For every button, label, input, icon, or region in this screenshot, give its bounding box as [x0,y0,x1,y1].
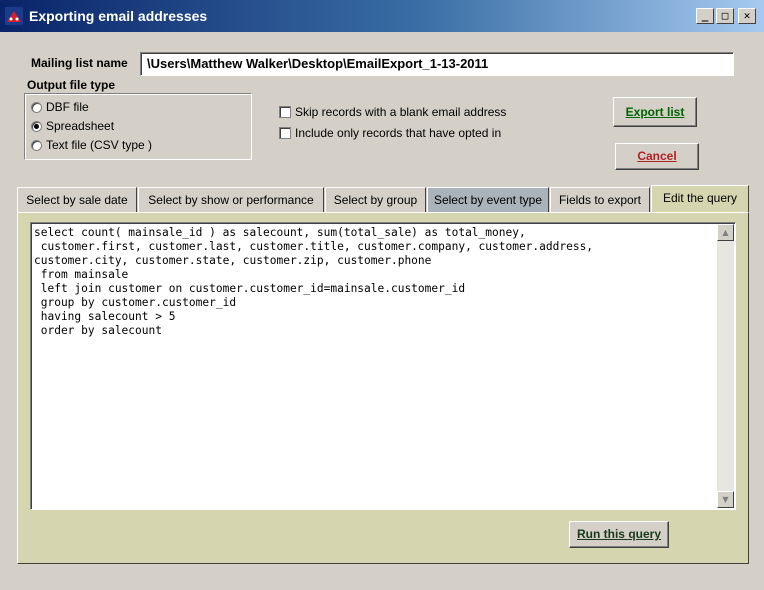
tab-select-by-event-type[interactable]: Select by event type [427,187,549,213]
run-query-button[interactable]: Run this query [569,521,669,548]
radio-dbf-file[interactable]: DBF file [31,99,89,115]
scroll-up-icon[interactable]: ▲ [717,224,734,241]
radio-spreadsheet[interactable]: Spreadsheet [31,118,114,134]
mailing-list-input[interactable]: \Users\Matthew Walker\Desktop\EmailExpor… [140,52,734,76]
scroll-down-icon[interactable]: ▼ [717,491,734,508]
mailing-list-label: Mailing list name [31,56,128,70]
tab-select-by-group[interactable]: Select by group [325,187,426,213]
output-file-type-label: Output file type [27,78,115,92]
opted-in-box [279,127,291,139]
close-button[interactable]: ✕ [738,8,756,24]
tab-edit-the-query[interactable]: Edit the query [651,185,749,214]
radio-text-label: Text file (CSV type ) [46,138,153,152]
output-file-type-group: DBF file Spreadsheet Text file (CSV type… [24,93,252,160]
radio-dbf-label: DBF file [46,100,89,114]
export-list-button[interactable]: Export list [613,97,697,127]
radio-text-indicator [31,139,42,151]
title-bar: Exporting email addresses _ □ ✕ [0,0,764,32]
radio-spreadsheet-indicator [31,120,42,132]
tab-select-by-sale-date[interactable]: Select by sale date [17,187,137,213]
query-textarea[interactable]: select count( mainsale_id ) as salecount… [30,222,736,510]
maximize-button[interactable]: □ [716,8,734,24]
query-text[interactable]: select count( mainsale_id ) as salecount… [34,226,714,338]
window-title: Exporting email addresses [29,8,208,24]
skip-blank-label: Skip records with a blank email address [295,105,507,119]
minimize-button[interactable]: _ [696,8,714,24]
radio-dbf-indicator [31,101,42,113]
skip-blank-checkbox[interactable]: Skip records with a blank email address [279,104,506,120]
tab-fields-to-export[interactable]: Fields to export [550,187,650,213]
tab-select-by-show[interactable]: Select by show or performance [138,187,324,213]
query-scrollbar[interactable]: ▲ ▼ [717,224,734,508]
app-icon [5,7,23,25]
opted-in-checkbox[interactable]: Include only records that have opted in [279,125,501,141]
cancel-button[interactable]: Cancel [615,143,699,170]
tab-strip: Select by sale date Select by show or pe… [17,185,749,214]
skip-blank-box [279,106,291,118]
radio-text-file[interactable]: Text file (CSV type ) [31,137,152,153]
radio-spreadsheet-label: Spreadsheet [46,119,115,133]
opted-in-label: Include only records that have opted in [295,126,502,140]
